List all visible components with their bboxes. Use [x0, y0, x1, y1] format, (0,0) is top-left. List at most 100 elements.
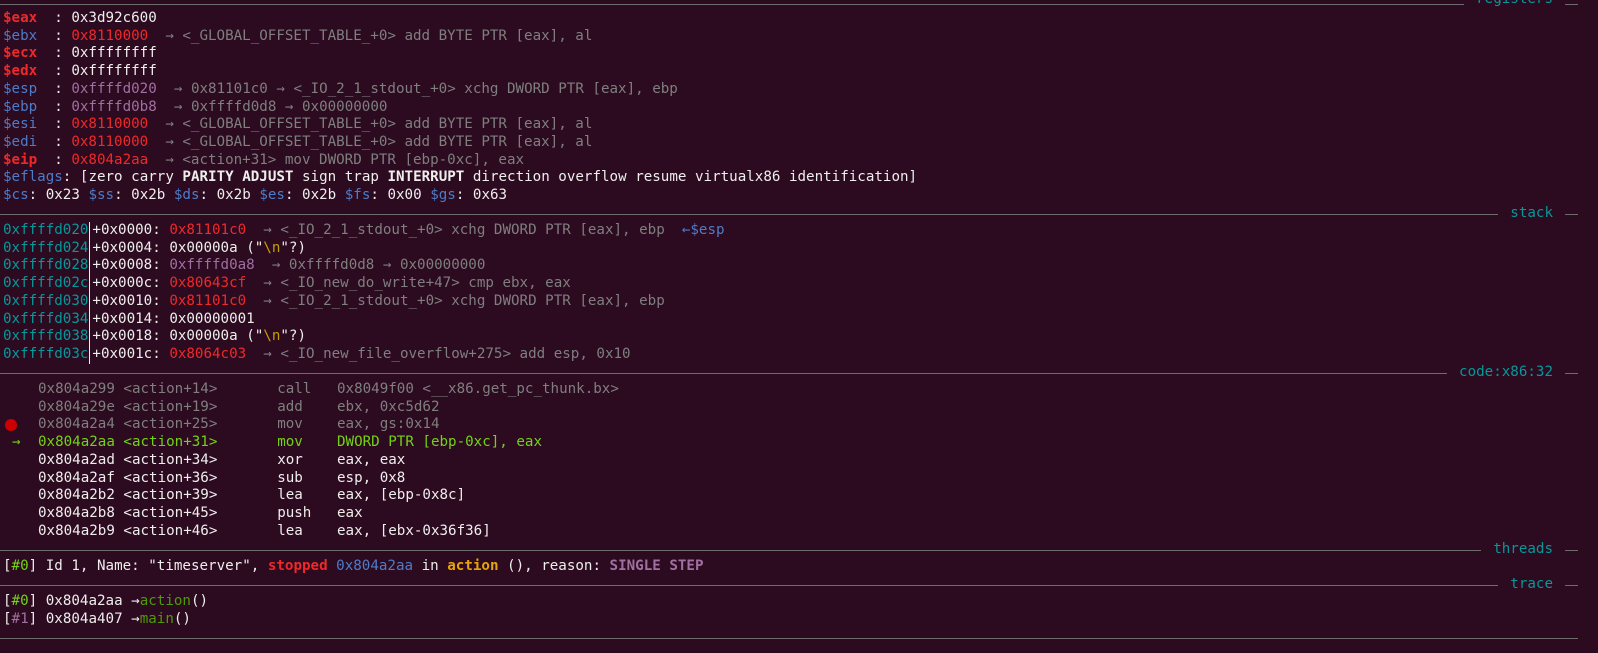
register-name: $esp — [3, 80, 38, 97]
stack-divider — [89, 257, 91, 276]
breakpoint-icon — [5, 419, 17, 432]
code-mnemonic: mov — [277, 434, 303, 451]
stack-value: 0x81101c0 — [169, 292, 247, 309]
code-mnemonic: xor — [277, 451, 303, 468]
eflags-close: ] — [908, 169, 918, 186]
code-row: 0x804a29e <action+19> add ebx, 0xc5d62 — [38, 399, 439, 417]
segments-row: $cs: 0x23 $ss: 0x2b $ds: 0x2b $es: 0x2b … — [3, 187, 508, 203]
thread-state: stopped — [267, 558, 328, 574]
trace-title: trace — [1498, 576, 1565, 594]
stack-row: 0xffffd034 +0x0014: 0x00000001 — [3, 310, 255, 329]
eflags-name: $eflags — [3, 169, 63, 186]
stack-value: 0x80643cf — [169, 275, 247, 292]
register-value: 0xffffffff — [71, 45, 157, 62]
gef-terminal: registers $eax : 0x3d92c600$ebx : 0x8110… — [0, 0, 1598, 653]
code-symbol: <action+46> — [123, 522, 218, 539]
trace-separator — [0, 585, 1578, 586]
stack-value: 0xffffd0a8 — [169, 257, 255, 274]
stack-separator — [0, 214, 1578, 215]
code-mnemonic: call — [277, 381, 312, 397]
threads-separator — [0, 550, 1578, 551]
thread-id: #0 — [11, 558, 29, 574]
segment-name: $cs — [3, 187, 29, 203]
register-row: $edx : 0xffffffff — [3, 63, 157, 80]
code-symbol: <action+36> — [123, 469, 218, 486]
code-row: 0x804a2b2 <action+39> lea eax, [ebp-0x8c… — [38, 487, 465, 505]
bottom-separator — [0, 638, 1578, 639]
stack-address: 0xffffd03c — [3, 345, 89, 362]
stack-offset: +0x0004: — [92, 239, 161, 256]
register-value: 0xffffffff — [71, 63, 157, 80]
register-deref: → <_GLOBAL_OFFSET_TABLE_+0> add BYTE PTR… — [165, 27, 593, 44]
code-symbol: <action+19> — [123, 398, 218, 415]
eflags-flag: carry — [131, 169, 174, 186]
register-value: 0x8110000 — [71, 116, 149, 133]
stack-divider — [89, 310, 91, 329]
register-name: $eip — [3, 151, 38, 168]
code-operands: esp, 0x8 — [336, 469, 406, 486]
eflags-flag: virtualx86 — [694, 169, 781, 186]
eflags-flag: resume — [635, 169, 687, 186]
segment-name: $fs — [344, 187, 371, 203]
code-row: 0x804a2af <action+36> sub esp, 0x8 — [38, 470, 405, 488]
stack-divider — [89, 275, 91, 294]
code-symbol: <action+14> — [123, 381, 218, 397]
thread-func: action — [447, 558, 499, 574]
eflags-row: $eflags: [zero carry PARITY ADJUST sign … — [3, 169, 918, 186]
stack-divider — [89, 292, 91, 311]
code-row: 0x804a2aa <action+31> mov DWORD PTR [ebp… — [38, 434, 542, 452]
register-name: $ecx — [3, 45, 38, 62]
segment-value: 0x2b — [131, 187, 166, 203]
trace-row: [#1] 0x804a407 →main() — [3, 610, 191, 627]
eflags-flag: INTERRUPT — [387, 169, 465, 186]
stack-deref: → 0xffffd0d8 → 0x00000000 — [271, 257, 486, 274]
trace-tail: () — [173, 610, 191, 627]
trace-row: [#0] 0x804a2aa →action() — [3, 593, 209, 609]
thread-desc: Id 1, Name: "timeserver", — [45, 558, 260, 574]
stack-row: 0xffffd020 +0x0000: 0x81101c0 → <_IO_2_1_… — [3, 222, 725, 240]
segment-value: 0x23 — [45, 187, 80, 203]
register-row: $edi : 0x8110000 → <_GLOBAL_OFFSET_TABLE… — [3, 133, 593, 150]
stack-divider — [89, 239, 91, 258]
thread-line: [#0] Id 1, Name: "timeserver", stopped 0… — [3, 558, 704, 574]
eflags-flag: direction — [472, 169, 550, 186]
stack-value: 0x00000a — [169, 328, 238, 345]
stack-offset: +0x001c: — [92, 345, 161, 362]
stack-offset: +0x000c: — [92, 275, 161, 292]
segment-name: $ss — [88, 187, 115, 203]
register-row: $esp : 0xffffd020 → 0x81101c0 → <_IO_2_1… — [3, 80, 678, 97]
code-address: 0x804a2ad — [38, 451, 115, 468]
register-name: $ebx — [3, 27, 38, 44]
segment-value: 0x00 — [387, 187, 422, 203]
stack-row: 0xffffd02c +0x000c: 0x80643cf → <_IO_new_… — [3, 275, 571, 294]
register-row: $ebx : 0x8110000 → <_GLOBAL_OFFSET_TABLE… — [3, 27, 593, 44]
stack-deref: → <_IO_2_1_stdout_+0> xchg DWORD PTR [ea… — [263, 222, 665, 238]
stack-row: 0xffffd028 +0x0008: 0xffffd0a8 → 0xffffd0… — [3, 257, 486, 276]
code-address: 0x804a2b2 — [38, 487, 115, 504]
code-operands: 0x8049f00 <__x86.get_pc_thunk.bx> — [336, 381, 619, 397]
eflags-flag: trap — [344, 169, 379, 186]
stack-address: 0xffffd028 — [3, 257, 89, 274]
stack-string: \n — [263, 328, 281, 345]
code-symbol: <action+31> — [123, 434, 218, 451]
code-operands: eax, gs:0x14 — [336, 416, 440, 433]
stack-value: 0x81101c0 — [169, 222, 247, 238]
stack-row: 0xffffd03c +0x001c: 0x8064c03 → <_IO_new_… — [3, 345, 631, 364]
stack-offset: +0x0010: — [92, 292, 161, 309]
stack-deref: → <_IO_new_file_overflow+275> add esp, 0… — [263, 345, 631, 362]
eflags-flag: identification — [788, 169, 909, 186]
segment-value: 0x63 — [472, 187, 508, 203]
code-separator — [0, 373, 1578, 374]
thread-tail: (), reason: — [507, 558, 601, 574]
code-mnemonic: sub — [277, 469, 303, 486]
register-row: $ebp : 0xffffd0b8 → 0xffffd0d8 → 0x00000… — [3, 98, 388, 115]
stack-offset: +0x0014: — [92, 310, 161, 327]
code-symbol: <action+25> — [123, 416, 218, 433]
stack-deref: → <_IO_2_1_stdout_+0> xchg DWORD PTR [ea… — [263, 292, 665, 309]
register-deref: → <_GLOBAL_OFFSET_TABLE_+0> add BYTE PTR… — [165, 133, 593, 150]
register-value: 0x804a2aa — [71, 151, 149, 168]
register-value: 0x8110000 — [71, 133, 149, 150]
code-row: 0x804a2a4 <action+25> mov eax, gs:0x14 — [38, 416, 439, 434]
stack-row: 0xffffd030 +0x0010: 0x81101c0 → <_IO_2_1_… — [3, 292, 665, 311]
register-value: 0x8110000 — [71, 27, 149, 44]
